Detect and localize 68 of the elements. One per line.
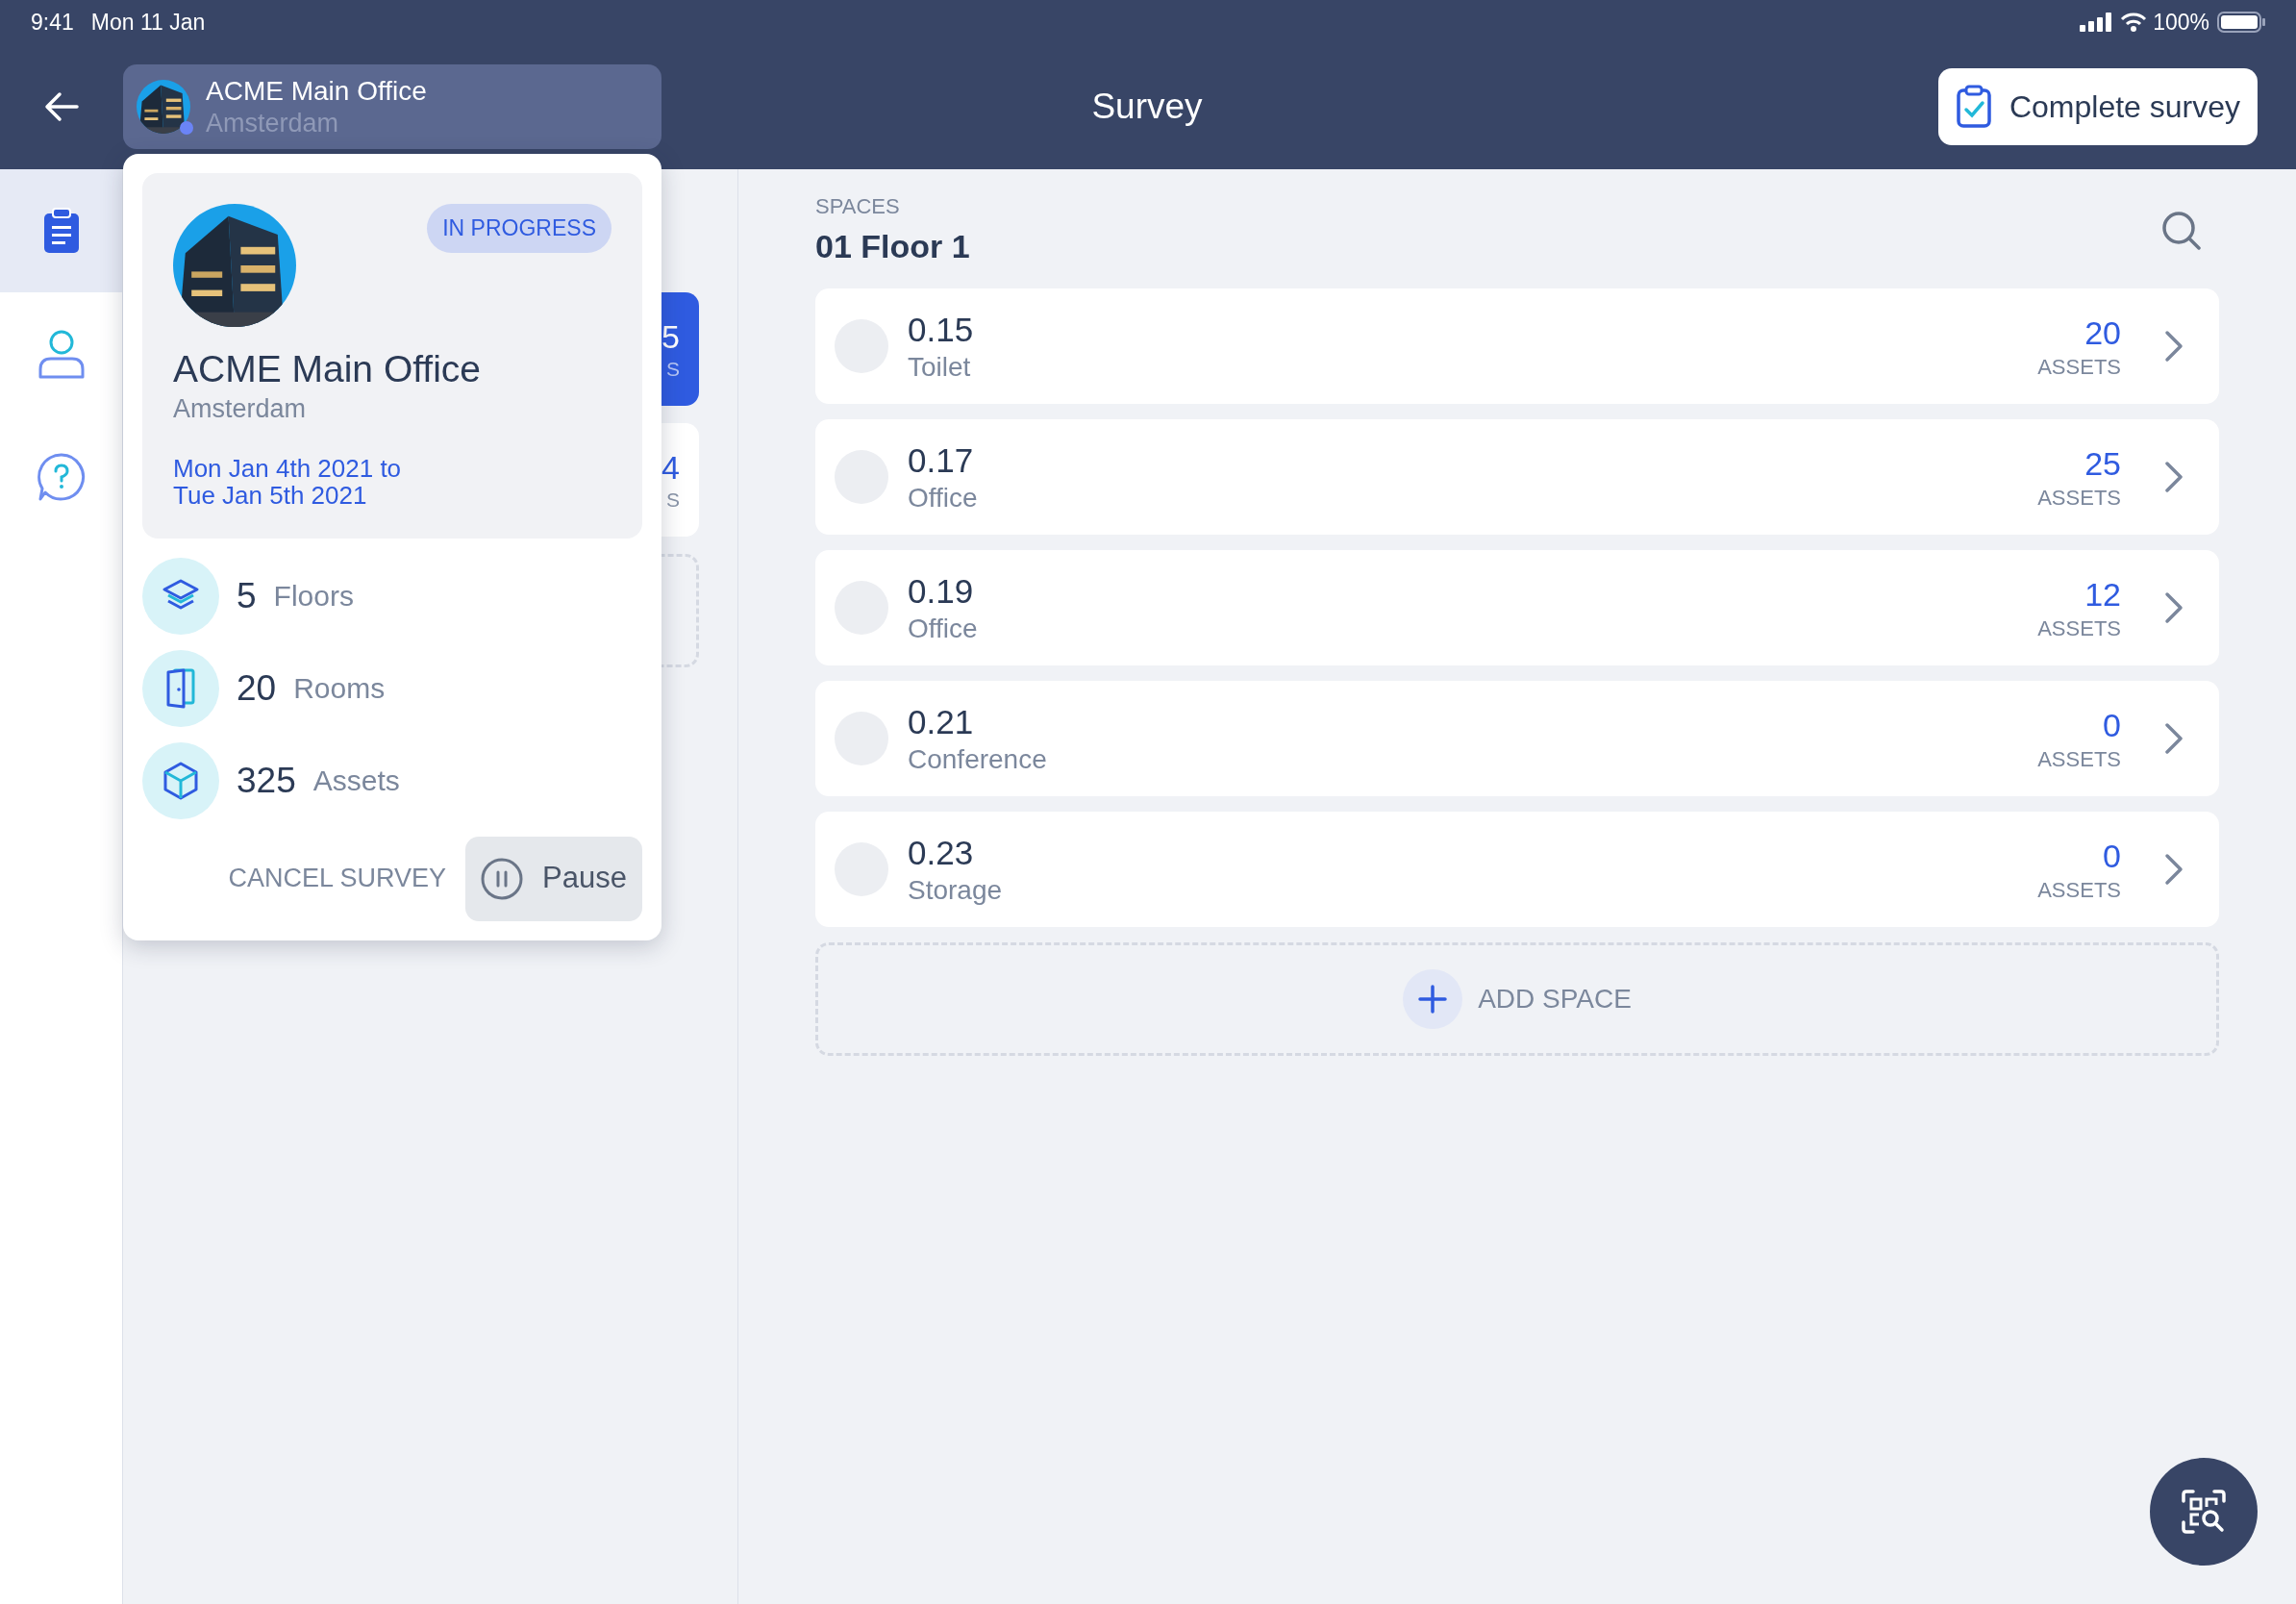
qr-scan-icon <box>2182 1490 2226 1534</box>
status-time: 9:41 <box>31 8 74 37</box>
asset-count: 20 <box>2084 313 2121 353</box>
space-type: Conference <box>908 743 1047 777</box>
space-number: 0.23 <box>908 832 975 873</box>
space-row[interactable]: 0.21 Conference 0 ASSETS <box>815 681 2219 796</box>
stat-label: Rooms <box>293 671 386 707</box>
section-label: SPACES <box>815 193 901 220</box>
chevron-right-icon <box>2163 460 2184 494</box>
asset-label: ASSETS <box>2037 614 2121 641</box>
asset-label: ASSETS <box>2037 876 2121 903</box>
space-type: Storage <box>908 874 1003 908</box>
date-range: Tue Jan 5th 2021 <box>173 482 368 510</box>
floor-title: 01 Floor 1 <box>815 227 970 266</box>
stat-label: Floors <box>273 579 354 614</box>
search-button[interactable] <box>2161 211 2202 251</box>
date-range: Mon Jan 4th 2021 to <box>173 454 403 483</box>
space-type: Toilet <box>908 351 972 385</box>
asset-label: ASSETS <box>2037 484 2121 511</box>
complete-survey-button[interactable]: Complete survey <box>1937 68 2258 145</box>
pause-icon <box>481 857 524 900</box>
stat-count: 325 <box>237 759 296 802</box>
chevron-right-icon <box>2163 852 2184 887</box>
pause-button[interactable]: Pause <box>465 836 642 921</box>
chevron-right-icon <box>2163 721 2184 756</box>
space-row[interactable]: 0.15 Toilet 20 ASSETS <box>815 288 2219 404</box>
location-name: ACME Main Office <box>206 74 427 108</box>
asset-count: 0 <box>2103 837 2121 876</box>
space-number: 0.17 <box>908 439 975 481</box>
floor-count: 5 <box>661 316 680 357</box>
floor-count: 4 <box>661 447 680 488</box>
stat-label: Assets <box>312 764 400 799</box>
signal-icon <box>2080 13 2113 32</box>
space-type: Office <box>908 482 978 515</box>
stat-count: 5 <box>237 574 257 617</box>
space-row[interactable]: 0.23 Storage 0 ASSETS <box>815 812 2219 927</box>
asset-label: ASSETS <box>2037 745 2121 772</box>
asset-count: 12 <box>2084 575 2121 614</box>
page-title: Survey <box>1090 86 1204 129</box>
space-number: 0.19 <box>908 570 975 612</box>
space-number: 0.15 <box>908 309 974 350</box>
asset-count: 0 <box>2103 706 2121 745</box>
floor-label: S <box>666 488 680 514</box>
cancel-survey-button[interactable]: CANCEL SURVEY <box>228 859 447 898</box>
nav-tab[interactable] <box>0 169 122 292</box>
office-name: ACME Main Office <box>173 347 483 391</box>
clipboard-check-icon <box>1955 85 1992 129</box>
plus-icon <box>1403 969 1463 1029</box>
help-icon <box>36 452 87 502</box>
search-icon <box>2161 211 2202 251</box>
asset-label: ASSETS <box>2037 353 2121 380</box>
wifi-icon <box>2120 13 2148 32</box>
person-icon <box>37 329 86 379</box>
space-type: Office <box>908 613 978 646</box>
space-number: 0.21 <box>908 701 975 742</box>
space-row[interactable]: 0.17 Office 25 ASSETS <box>815 419 2219 535</box>
space-row[interactable]: 0.19 Office 12 ASSETS <box>815 550 2219 665</box>
office-city: Amsterdam <box>173 392 308 425</box>
battery-icon <box>2217 12 2265 33</box>
chevron-right-icon <box>2163 590 2184 625</box>
floor-label: S <box>666 357 680 383</box>
status-badge: IN PROGRESS <box>427 204 611 253</box>
status-date: Mon 11 Jan <box>90 8 206 37</box>
asset-count: 25 <box>2084 444 2121 484</box>
stat-count: 20 <box>237 666 277 710</box>
chevron-right-icon <box>2163 329 2184 363</box>
back-arrow-icon <box>44 91 79 122</box>
battery-percent: 100% <box>2153 8 2209 37</box>
